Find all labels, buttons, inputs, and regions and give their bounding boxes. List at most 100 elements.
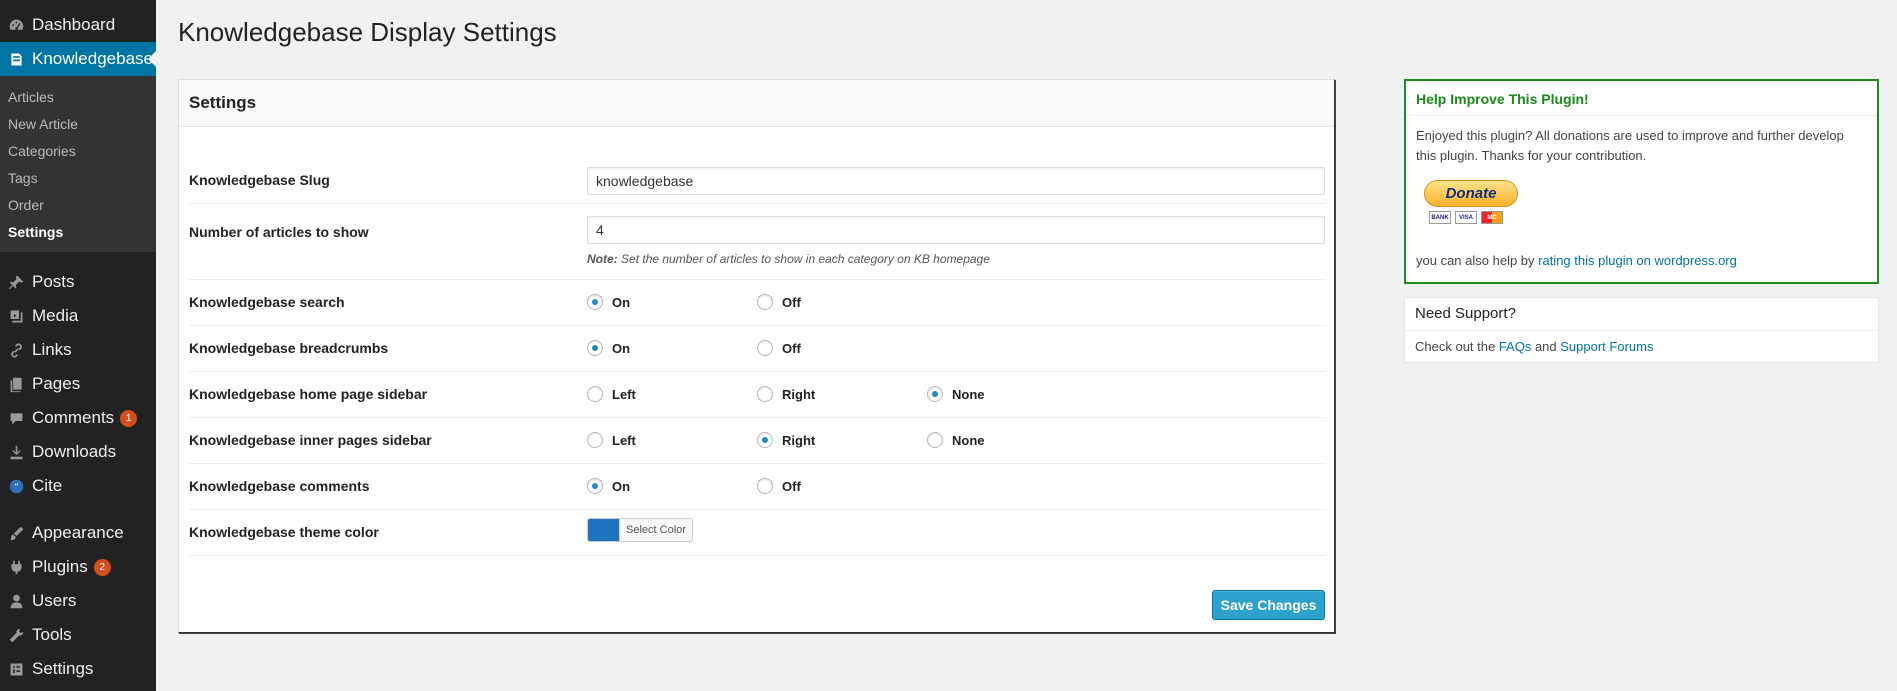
menu-appearance[interactable]: Appearance <box>0 516 156 550</box>
menu-media[interactable]: Media <box>0 299 156 333</box>
radio-button[interactable] <box>927 386 943 402</box>
radio-button[interactable] <box>757 432 773 448</box>
download-icon <box>0 444 32 461</box>
menu-links[interactable]: Links <box>0 333 156 367</box>
radio-button[interactable] <box>757 294 773 310</box>
home-sidebar-row: Knowledgebase home page sidebar Left Rig… <box>189 372 1326 418</box>
radio-label: On <box>612 294 631 310</box>
theme-color-field: Select Color <box>587 518 693 542</box>
donate-button[interactable]: Donate <box>1424 180 1518 207</box>
menu-label: Cite <box>32 476 63 495</box>
radio-label: Off <box>782 294 801 310</box>
home-sidebar-left-radio[interactable]: Left <box>587 386 636 402</box>
help-improve-box: Help Improve This Plugin! Enjoyed this p… <box>1404 79 1879 284</box>
settings-form: Knowledgebase Slug Number of articles to… <box>189 155 1326 556</box>
pages-icon <box>0 376 32 393</box>
support-and: and <box>1531 339 1561 354</box>
select-color-button[interactable]: Select Color <box>587 518 693 542</box>
radio-label: Off <box>782 478 801 494</box>
menu-dashboard[interactable]: Dashboard <box>0 8 156 42</box>
home-sidebar-right-radio[interactable]: Right <box>757 386 815 402</box>
menu-downloads[interactable]: Downloads <box>0 435 156 469</box>
theme-color-row: Knowledgebase theme color Select Color <box>189 510 1326 556</box>
menu-label: Pages <box>32 374 81 393</box>
support-prefix: Check out the <box>1415 339 1499 354</box>
home-sidebar-label: Knowledgebase home page sidebar <box>189 386 428 402</box>
radio-label: Off <box>782 340 801 356</box>
help-body: Enjoyed this plugin? All donations are u… <box>1406 116 1877 234</box>
color-swatch <box>588 519 619 541</box>
articles-field: Note: Set the number of articles to show… <box>587 216 1325 266</box>
menu-posts[interactable]: Posts <box>0 265 156 299</box>
radio-button[interactable] <box>587 386 603 402</box>
comments-label: Knowledgebase comments <box>189 478 370 494</box>
menu-label: Dashboard <box>32 15 116 34</box>
inner-sidebar-none-radio[interactable]: None <box>927 432 985 448</box>
menu-plugins[interactable]: Plugins 2 <box>0 550 156 584</box>
radio-button[interactable] <box>757 340 773 356</box>
user-icon <box>0 593 32 610</box>
book-icon <box>0 51 32 68</box>
comments-off-radio[interactable]: Off <box>757 478 801 494</box>
rate-plugin-link[interactable]: rating this plugin on wordpress.org <box>1538 253 1737 268</box>
search-off-radio[interactable]: Off <box>757 294 801 310</box>
menu-label: Links <box>32 340 72 359</box>
breadcrumbs-off-radio[interactable]: Off <box>757 340 801 356</box>
menu-label: Plugins <box>32 557 88 576</box>
menu-settings[interactable]: Settings <box>0 652 156 686</box>
pin-icon <box>0 274 32 291</box>
menu-label: Settings <box>32 659 94 678</box>
breadcrumbs-on-radio[interactable]: On <box>587 340 630 356</box>
radio-button[interactable] <box>587 478 603 494</box>
inner-sidebar-left-radio[interactable]: Left <box>587 432 636 448</box>
comments-on-radio[interactable]: On <box>587 478 630 494</box>
submenu-articles[interactable]: Articles <box>0 84 156 111</box>
menu-users[interactable]: Users <box>0 584 156 618</box>
select-color-label: Select Color <box>619 519 692 541</box>
inner-sidebar-right-radio[interactable]: Right <box>757 432 815 448</box>
slug-input[interactable] <box>587 167 1325 195</box>
radio-button[interactable] <box>587 340 603 356</box>
settings-icon <box>0 661 32 678</box>
settings-panel-header: Settings <box>179 80 1334 127</box>
quote-icon: ” <box>0 478 32 495</box>
slug-field <box>587 167 1325 195</box>
brush-icon <box>0 525 32 542</box>
radio-label: Right <box>782 432 816 448</box>
articles-count-input[interactable] <box>587 216 1325 244</box>
support-forums-link[interactable]: Support Forums <box>1560 339 1653 354</box>
submenu-order[interactable]: Order <box>0 192 156 219</box>
payment-cards: BANK VISA MC <box>1429 211 1867 224</box>
submenu-tags[interactable]: Tags <box>0 165 156 192</box>
menu-cite[interactable]: ” Cite <box>0 469 156 503</box>
inner-sidebar-label: Knowledgebase inner pages sidebar <box>189 432 432 448</box>
link-icon <box>0 342 32 359</box>
radio-button[interactable] <box>757 478 773 494</box>
menu-knowledgebase[interactable]: Knowledgebase <box>0 42 156 76</box>
save-changes-button[interactable]: Save Changes <box>1212 590 1325 620</box>
submenu-settings[interactable]: Settings <box>0 219 156 246</box>
slug-row: Knowledgebase Slug <box>189 155 1326 204</box>
menu-comments[interactable]: Comments 1 <box>0 401 156 435</box>
submenu-categories[interactable]: Categories <box>0 138 156 165</box>
menu-tools[interactable]: Tools <box>0 618 156 652</box>
menu-label: Comments <box>32 408 115 427</box>
admin-sidebar: Dashboard Knowledgebase Articles New Art… <box>0 0 156 691</box>
radio-button[interactable] <box>757 386 773 402</box>
articles-label: Number of articles to show <box>189 224 369 240</box>
radio-button[interactable] <box>587 432 603 448</box>
radio-button[interactable] <box>587 294 603 310</box>
menu-label: Posts <box>32 272 75 291</box>
faqs-link[interactable]: FAQs <box>1499 339 1532 354</box>
comment-icon <box>0 410 32 427</box>
menu-pages[interactable]: Pages <box>0 367 156 401</box>
wrench-icon <box>0 627 32 644</box>
note-prefix: Note: <box>587 252 618 266</box>
support-title: Need Support? <box>1405 298 1878 331</box>
support-box: Need Support? Check out the FAQs and Sup… <box>1404 297 1879 363</box>
search-on-radio[interactable]: On <box>587 294 630 310</box>
search-label: Knowledgebase search <box>189 294 345 310</box>
submenu-new-article[interactable]: New Article <box>0 111 156 138</box>
radio-button[interactable] <box>927 432 943 448</box>
home-sidebar-none-radio[interactable]: None <box>927 386 985 402</box>
